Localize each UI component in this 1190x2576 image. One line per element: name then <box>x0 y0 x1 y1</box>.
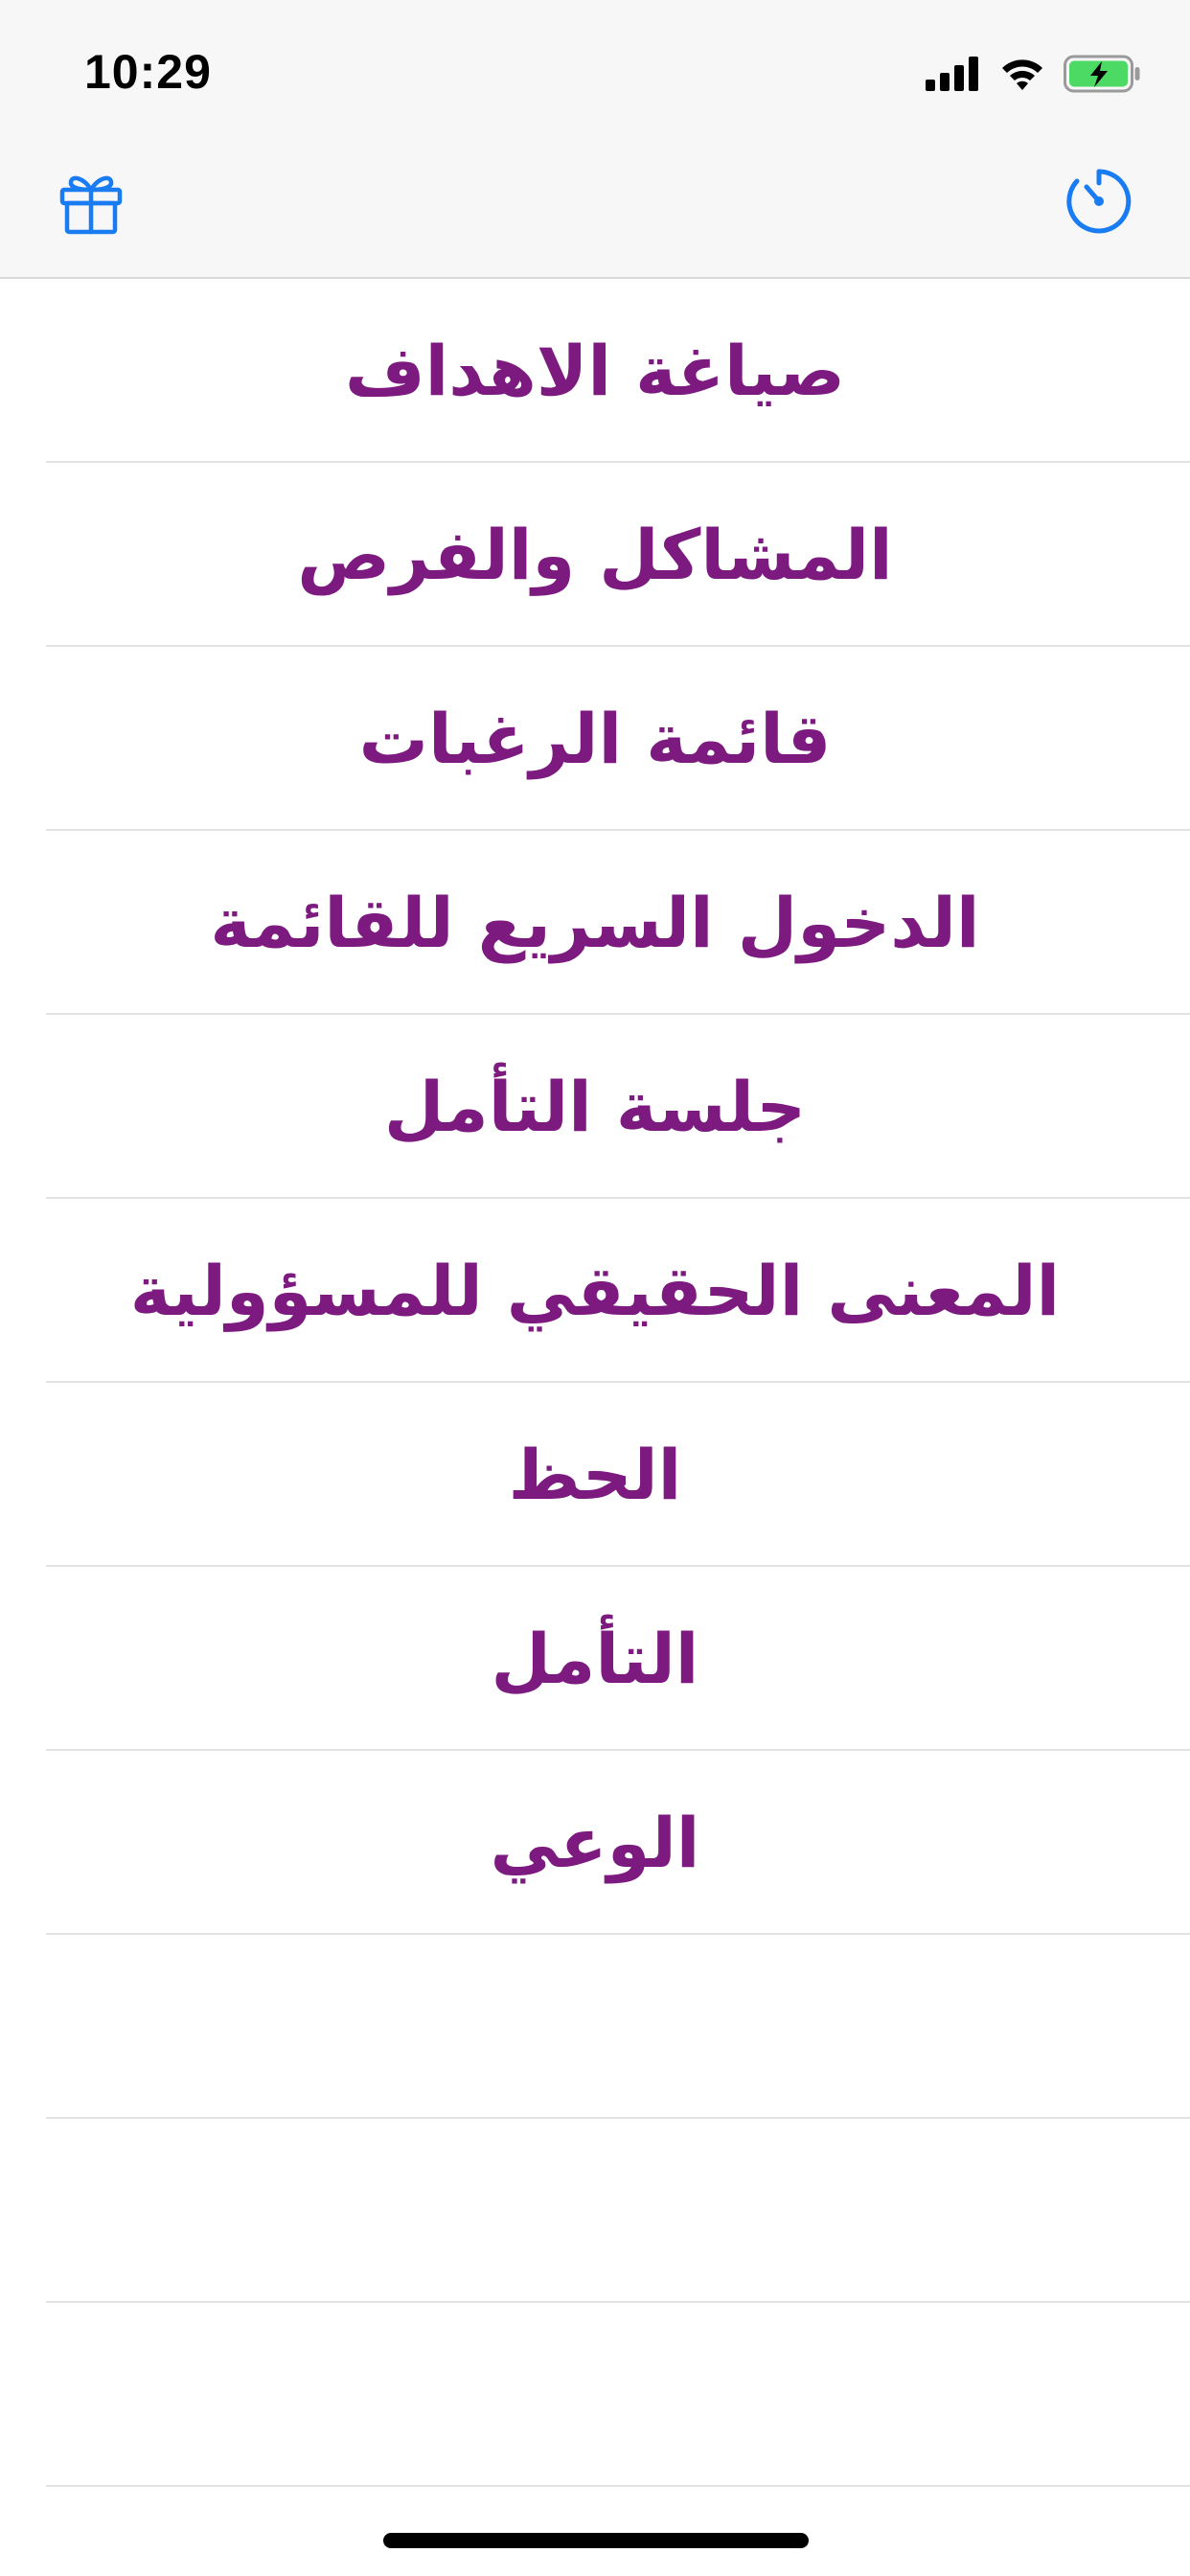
list-item[interactable]: الحظ <box>0 1383 1190 1567</box>
top-bar: 10:29 <box>0 0 1190 279</box>
cellular-signal-icon <box>926 57 981 91</box>
list-item[interactable]: جلسة التأمل <box>0 1015 1190 1199</box>
home-indicator[interactable] <box>383 2533 809 2548</box>
list-item[interactable]: صياغة الاهداف <box>0 279 1190 463</box>
list-item-label: جلسة التأمل <box>383 1067 807 1147</box>
wifi-icon <box>998 56 1046 92</box>
list-item-label: الوعي <box>490 1803 700 1883</box>
gift-button[interactable] <box>53 165 129 242</box>
list-item-label: صياغة الاهداف <box>344 331 846 411</box>
list-item-label: المشاكل والفرص <box>297 515 893 595</box>
list-item[interactable]: المشاكل والفرص <box>0 463 1190 647</box>
status-time: 10:29 <box>84 45 212 99</box>
list-item[interactable]: التأمل <box>0 1567 1190 1751</box>
list-item-label: المعنى الحقيقي للمسؤولية <box>129 1251 1061 1331</box>
list-item-label: الدخول السريع للقائمة <box>210 883 980 963</box>
empty-row <box>0 2303 1190 2487</box>
gift-icon <box>57 167 126 240</box>
status-icons <box>926 50 1142 98</box>
list-item[interactable]: الوعي <box>0 1751 1190 1935</box>
list-item[interactable]: الدخول السريع للقائمة <box>0 831 1190 1015</box>
list-item[interactable]: المعنى الحقيقي للمسؤولية <box>0 1199 1190 1383</box>
list-item-label: الحظ <box>508 1435 682 1515</box>
timer-button[interactable] <box>1061 165 1137 242</box>
topics-list: صياغة الاهداف المشاكل والفرص قائمة الرغب… <box>0 279 1190 2487</box>
battery-charging-icon <box>1064 55 1142 93</box>
empty-row <box>0 2119 1190 2303</box>
list-item-label: قائمة الرغبات <box>358 699 832 779</box>
timer-icon <box>1064 166 1134 241</box>
empty-row <box>0 1935 1190 2119</box>
list-item[interactable]: قائمة الرغبات <box>0 647 1190 831</box>
list-item-label: التأمل <box>491 1619 699 1699</box>
